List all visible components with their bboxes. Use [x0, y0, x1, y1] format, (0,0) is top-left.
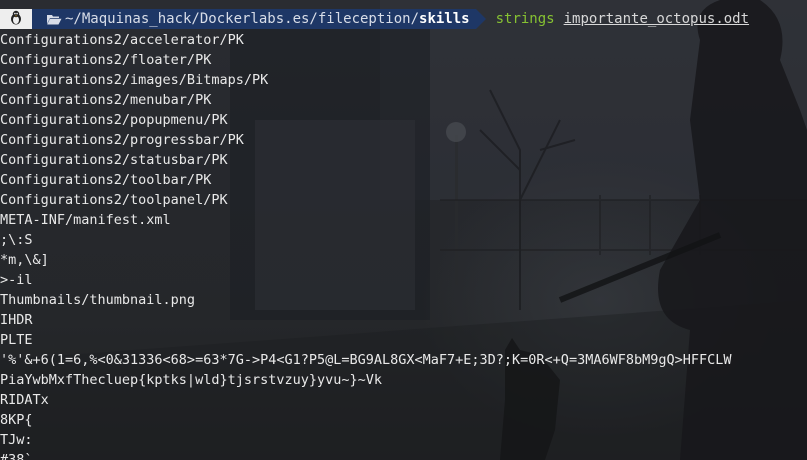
output-line: PiaYwbMxfThecluep{kptks|wld}tjsrstvzuy}y… — [0, 372, 383, 388]
command-output: Configurations2/accelerator/PK Configura… — [0, 30, 732, 460]
output-line: PLTE — [0, 332, 33, 348]
output-line: Configurations2/progressbar/PK — [0, 132, 244, 148]
output-line: Thumbnails/thumbnail.png — [0, 292, 196, 308]
output-line: Configurations2/toolbar/PK — [0, 172, 212, 188]
shell-prompt: ~/Maquinas_hack/Dockerlabs.es/fileceptio… — [0, 9, 749, 29]
output-line: Configurations2/popupmenu/PK — [0, 112, 228, 128]
output-line: Configurations2/images/Bitmaps/PK — [0, 72, 269, 88]
command-name: strings — [495, 11, 555, 27]
output-line: IHDR — [0, 312, 33, 328]
path-current-dir: skills — [419, 11, 470, 27]
linux-tux-icon — [9, 10, 23, 29]
output-line: Configurations2/menubar/PK — [0, 92, 212, 108]
terminal-window[interactable]: ~/Maquinas_hack/Dockerlabs.es/fileceptio… — [0, 0, 807, 460]
path-segment: ~/Maquinas_hack/Dockerlabs.es/fileceptio… — [32, 9, 486, 29]
command-line[interactable]: strings importante_octopus.odt — [496, 11, 749, 27]
output-line: Configurations2/floater/PK — [0, 52, 212, 68]
output-line: ;\:S — [0, 232, 33, 248]
folder-open-icon — [46, 13, 62, 25]
os-segment — [0, 9, 41, 29]
output-line: TJw: — [0, 432, 33, 448]
output-line: #38` — [0, 452, 33, 460]
output-line: META-INF/manifest.xml — [0, 212, 171, 228]
output-line: '%'&+6(1=6,%<0&31336<68>=63*7G->P4<G1?P5… — [0, 352, 732, 368]
path-prefix: ~/Maquinas_hack/Dockerlabs.es/fileceptio… — [65, 11, 420, 27]
output-line: >-il — [0, 272, 33, 288]
output-line: 8KP{ — [0, 412, 33, 428]
output-line: Configurations2/toolpanel/PK — [0, 192, 228, 208]
output-line: RIDATx — [0, 392, 49, 408]
command-argument[interactable]: importante_octopus.odt — [564, 11, 749, 27]
output-line: Configurations2/accelerator/PK — [0, 32, 244, 48]
output-line: Configurations2/statusbar/PK — [0, 152, 228, 168]
output-line: *m,\&] — [0, 252, 49, 268]
